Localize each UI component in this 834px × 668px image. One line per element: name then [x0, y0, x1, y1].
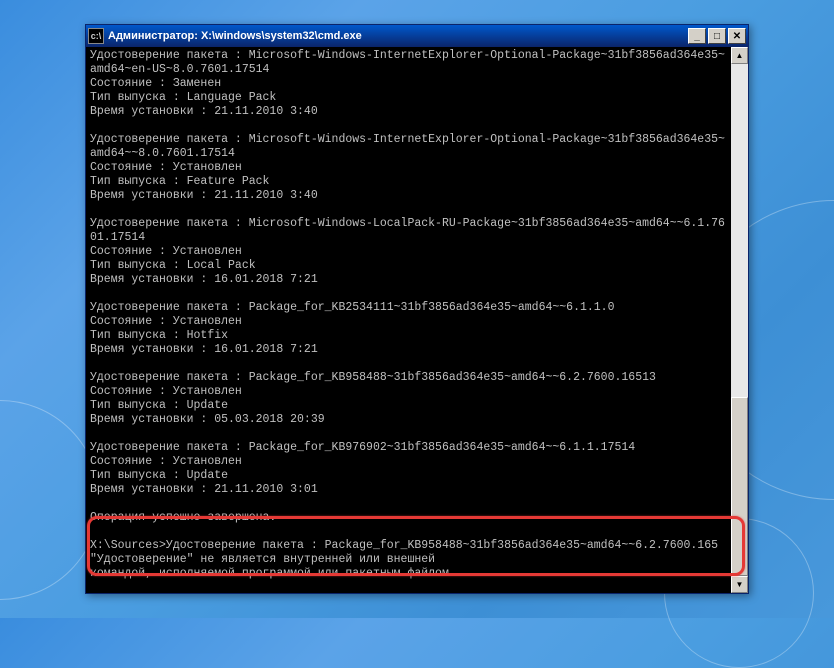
maximize-button[interactable]: □	[708, 28, 726, 44]
minimize-button[interactable]: _	[688, 28, 706, 44]
scroll-track[interactable]	[731, 64, 748, 576]
terminal-area: Удостоверение пакета : Microsoft-Windows…	[86, 47, 748, 593]
terminal-output[interactable]: Удостоверение пакета : Microsoft-Windows…	[86, 47, 731, 593]
scroll-down-button[interactable]: ▼	[731, 576, 748, 593]
scrollbar: ▲ ▼	[731, 47, 748, 593]
titlebar[interactable]: c:\ Администратор: X:\windows\system32\c…	[86, 25, 748, 47]
scroll-thumb[interactable]	[731, 397, 748, 576]
cmd-window: c:\ Администратор: X:\windows\system32\c…	[85, 24, 749, 594]
window-controls: _ □ ✕	[688, 28, 746, 44]
cmd-icon: c:\	[88, 28, 104, 44]
window-title: Администратор: X:\windows\system32\cmd.e…	[108, 30, 688, 42]
close-button[interactable]: ✕	[728, 28, 746, 44]
scroll-up-button[interactable]: ▲	[731, 47, 748, 64]
